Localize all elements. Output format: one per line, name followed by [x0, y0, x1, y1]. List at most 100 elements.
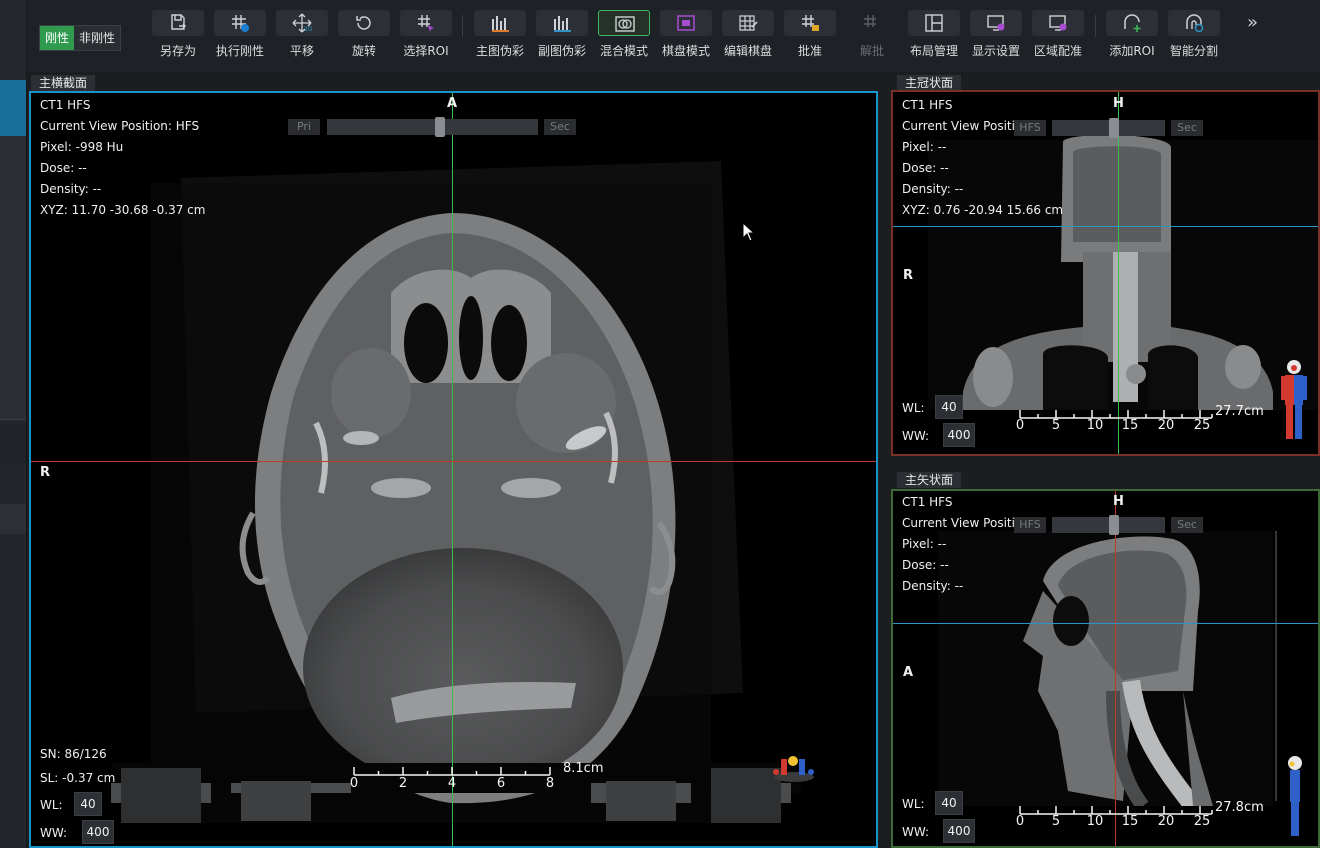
- window-level-label: WL:: [902, 401, 925, 415]
- window-level-label: WL:: [902, 797, 925, 811]
- orientation-left-label: R: [903, 268, 914, 283]
- slice-number: SN: 86/126: [40, 747, 107, 761]
- scale-tick-label: 5: [1051, 418, 1061, 433]
- window-width-input[interactable]: 400: [943, 819, 975, 843]
- sagittal-scale-bar: 0 5 10 15 20 25 27.8cm: [1015, 800, 1278, 834]
- region-registration-icon: [1049, 15, 1067, 31]
- run-rigid-label: 执行刚性: [215, 44, 264, 58]
- window-width-input[interactable]: 400: [82, 820, 114, 844]
- scale-bar-ruler: [1019, 410, 1213, 419]
- rigid-mode-button[interactable]: 刚性: [40, 26, 75, 50]
- smart-segment-label: 智能分割: [1169, 44, 1218, 58]
- scale-tick-label: 10: [1086, 418, 1104, 433]
- left-panel-item[interactable]: [0, 504, 26, 534]
- approve-label: 批准: [797, 44, 822, 58]
- blend-slider[interactable]: HFS Sec: [1014, 515, 1298, 535]
- window-level-input[interactable]: 40: [935, 395, 963, 419]
- run-rigid-button[interactable]: 执行刚性: [209, 10, 271, 64]
- checkerboard-mode-icon: [677, 15, 695, 31]
- pan-button[interactable]: 2D 平移: [271, 10, 333, 64]
- approve-button[interactable]: 批准: [779, 10, 841, 64]
- blend-mode-button[interactable]: 混合模式: [593, 10, 655, 64]
- slider-knob[interactable]: [1109, 515, 1119, 535]
- orientation-top-label: H: [1113, 96, 1124, 111]
- scale-tick-label: 6: [496, 776, 506, 791]
- slider-primary-label: Pri: [288, 119, 320, 135]
- sagittal-crosshair-vertical[interactable]: [1115, 491, 1116, 846]
- left-panel-top: [0, 0, 26, 78]
- unapprove-label: 解批: [859, 44, 884, 58]
- image-name: CT1 HFS: [902, 98, 953, 112]
- primary-pseudocolor-button[interactable]: 主图伪彩: [469, 10, 531, 64]
- scale-bar-ruler: [353, 767, 551, 776]
- primary-pseudocolor-icon: [492, 16, 509, 32]
- scale-tick-label: 0: [1015, 814, 1025, 829]
- smart-segment-button[interactable]: 智能分割: [1163, 10, 1225, 64]
- slider-knob[interactable]: [1109, 118, 1119, 138]
- smart-segment-icon: [1186, 14, 1204, 33]
- left-panel-selected-item[interactable]: [0, 80, 26, 136]
- slider-secondary-label: Sec: [1171, 517, 1203, 533]
- layout-manager-button[interactable]: 布局管理: [903, 10, 965, 64]
- sagittal-crosshair-horizontal[interactable]: [893, 623, 1318, 624]
- unapprove-button[interactable]: 解批: [841, 10, 903, 64]
- coronal-crosshair-horizontal[interactable]: [893, 226, 1318, 227]
- density-value: Density: --: [902, 579, 964, 593]
- axial-viewport[interactable]: CT1 HFS Current View Position: HFS Pixel…: [29, 91, 878, 848]
- window-width-input[interactable]: 400: [943, 423, 975, 447]
- edit-checkerboard-icon: [739, 15, 758, 31]
- axial-crosshair-vertical[interactable]: [452, 93, 453, 846]
- primary-pseudocolor-label: 主图伪彩: [475, 44, 524, 58]
- patient-figure-icon: [1288, 756, 1302, 836]
- blend-slider[interactable]: HFS Sec: [1014, 118, 1298, 138]
- save-as-button[interactable]: 另存为: [147, 10, 209, 64]
- left-panel-strip: [0, 0, 27, 848]
- toolbar-separator: [1095, 15, 1096, 37]
- secondary-pseudocolor-button[interactable]: 副图伪彩: [531, 10, 593, 64]
- coronal-view-tab[interactable]: 主冠状面: [897, 75, 962, 91]
- blend-mode-label: 混合模式: [599, 44, 648, 58]
- nonrigid-mode-button[interactable]: 非刚性: [74, 26, 121, 50]
- coronal-crosshair-vertical[interactable]: [1118, 92, 1119, 454]
- registration-mode-toggle[interactable]: 刚性 非刚性: [39, 25, 122, 51]
- blend-mode-icon: [615, 16, 635, 32]
- scale-tick-label: 2: [398, 776, 408, 791]
- scale-length-label: 8.1cm: [563, 761, 604, 776]
- approve-icon: [802, 15, 819, 31]
- axial-view-tab[interactable]: 主横截面: [31, 75, 96, 91]
- scale-tick-label: 25: [1193, 814, 1211, 829]
- blend-slider[interactable]: Pri Sec: [288, 117, 577, 137]
- toolbar-separator: [462, 15, 463, 37]
- slider-track[interactable]: [327, 119, 538, 135]
- secondary-pseudocolor-icon: [554, 16, 571, 32]
- pixel-value: Pixel: -998 Hu: [40, 140, 124, 154]
- window-level-label: WL:: [40, 798, 63, 812]
- window-level-input[interactable]: 40: [74, 792, 102, 816]
- add-roi-button[interactable]: 添加ROI: [1101, 10, 1163, 64]
- slider-primary-label: HFS: [1014, 517, 1046, 533]
- window-level-input[interactable]: 40: [935, 791, 963, 815]
- sagittal-view-tab[interactable]: 主矢状面: [897, 472, 962, 488]
- svg-text:2D: 2D: [304, 26, 312, 33]
- dose-value: Dose: --: [902, 558, 949, 572]
- edit-checkerboard-button[interactable]: 编辑棋盘: [717, 10, 779, 64]
- main-toolbar: 刚性 非刚性 另存为 执行刚性 2D 平移 旋转 选择ROI 主图伪彩 副图伪彩…: [27, 0, 1320, 72]
- save-as-label: 另存为: [159, 44, 196, 58]
- slice-location: SL: -0.37 cm: [40, 771, 116, 785]
- region-registration-button[interactable]: 区域配准: [1027, 10, 1089, 64]
- toolbar-more-button[interactable]: »: [1247, 12, 1258, 33]
- display-settings-button[interactable]: 显示设置: [965, 10, 1027, 64]
- xyz-coordinates: XYZ: 0.76 -20.94 15.66 cm: [902, 203, 1064, 217]
- sagittal-viewport[interactable]: CT1 HFS Current View Position: Pixel: --…: [891, 489, 1320, 848]
- axial-crosshair-horizontal[interactable]: [31, 461, 876, 462]
- checkerboard-mode-button[interactable]: 棋盘模式: [655, 10, 717, 64]
- select-roi-button[interactable]: 选择ROI: [395, 10, 457, 64]
- select-roi-label: 选择ROI: [403, 44, 449, 58]
- region-registration-label: 区域配准: [1033, 44, 1082, 58]
- scale-tick-label: 20: [1157, 814, 1175, 829]
- coronal-viewport[interactable]: CT1 HFS Current View Position: Pixel: --…: [891, 90, 1320, 456]
- scale-tick-label: 8: [545, 776, 555, 791]
- left-panel-list: [0, 136, 26, 420]
- slider-knob[interactable]: [435, 117, 445, 137]
- rotate-button[interactable]: 旋转: [333, 10, 395, 64]
